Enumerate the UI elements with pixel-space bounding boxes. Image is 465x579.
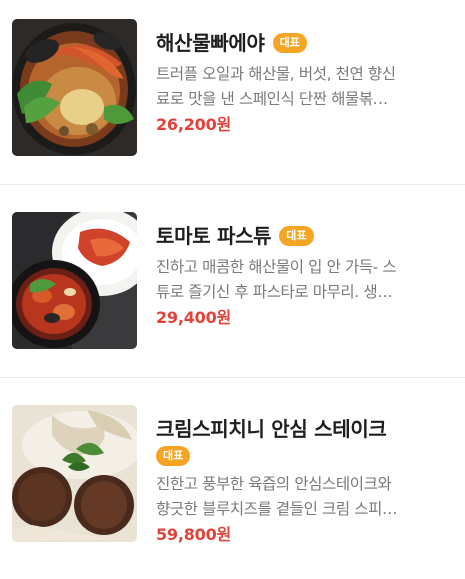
menu-item-name[interactable]: 토마토 파스튜 <box>156 221 272 251</box>
description-line: 료로 맛을 낸 스페인식 단짠 해물볶… <box>156 90 388 108</box>
description-line: 진한고 풍부한 육즙의 안심스테이크와 <box>156 475 392 493</box>
menu-item-name[interactable]: 해산물빠에야 <box>156 28 265 58</box>
menu-item-cream-spicchini-steak[interactable]: 크림스피치니 안심 스테이크 대표 진한고 풍부한 육즙의 안심스테이크와 향긋… <box>0 386 465 579</box>
menu-item-description: 진하고 매콤한 해산물이 입 안 가득- 스 튜로 즐기신 후 파스타로 마무리… <box>156 255 448 305</box>
menu-item-price: 59,800원 <box>156 525 232 544</box>
cream-spicchini-steak-photo <box>12 405 137 542</box>
menu-item-title-row: 해산물빠에야 대표 <box>156 28 451 58</box>
menu-item-description: 트러플 오일과 해산물, 버섯, 천연 향신 료로 맛을 낸 스페인식 단짠 해… <box>156 62 448 112</box>
menu-item-price: 29,400원 <box>156 308 232 327</box>
divider <box>0 184 465 185</box>
description-line: 트러플 오일과 해산물, 버섯, 천연 향신 <box>156 65 396 83</box>
menu-item-title-row: 크림스피치니 안심 스테이크 <box>156 414 451 444</box>
seafood-paella-photo <box>12 19 137 156</box>
menu-item-badge-row: 대표 <box>156 444 451 466</box>
menu-item-info: 토마토 파스튜 대표 진하고 매콤한 해산물이 입 안 가득- 스 튜로 즐기신… <box>156 221 451 329</box>
menu-item-photo[interactable] <box>12 19 137 156</box>
menu-item-info: 해산물빠에야 대표 트러플 오일과 해산물, 버섯, 천연 향신 료로 맛을 낸… <box>156 28 451 136</box>
menu-item-photo[interactable] <box>12 212 137 349</box>
description-line: 튜로 즐기신 후 파스타로 마무리. 생… <box>156 283 393 301</box>
description-line: 진하고 매콤한 해산물이 입 안 가득- 스 <box>156 258 397 276</box>
menu-item-price: 26,200원 <box>156 115 232 134</box>
menu-item-info: 크림스피치니 안심 스테이크 대표 진한고 풍부한 육즙의 안심스테이크와 향긋… <box>156 414 451 546</box>
menu-item-title-row: 토마토 파스튜 대표 <box>156 221 451 251</box>
menu-list: 해산물빠에야 대표 트러플 오일과 해산물, 버섯, 천연 향신 료로 맛을 낸… <box>0 0 465 561</box>
signature-badge: 대표 <box>272 33 307 53</box>
tomato-pastew-photo <box>12 212 137 349</box>
menu-item-name[interactable]: 크림스피치니 안심 스테이크 <box>156 414 387 444</box>
signature-badge: 대표 <box>279 226 314 246</box>
description-line: 향긋한 블루치즈를 곁들인 크림 스피… <box>156 500 398 518</box>
signature-badge: 대표 <box>156 446 191 466</box>
menu-item-tomato-pastew[interactable]: 토마토 파스튜 대표 진하고 매콤한 해산물이 입 안 가득- 스 튜로 즐기신… <box>0 193 465 386</box>
menu-item-description: 진한고 풍부한 육즙의 안심스테이크와 향긋한 블루치즈를 곁들인 크림 스피… <box>156 472 448 522</box>
divider <box>0 377 465 378</box>
menu-item-photo[interactable] <box>12 405 137 542</box>
menu-item-seafood-paella[interactable]: 해산물빠에야 대표 트러플 오일과 해산물, 버섯, 천연 향신 료로 맛을 낸… <box>0 0 465 193</box>
